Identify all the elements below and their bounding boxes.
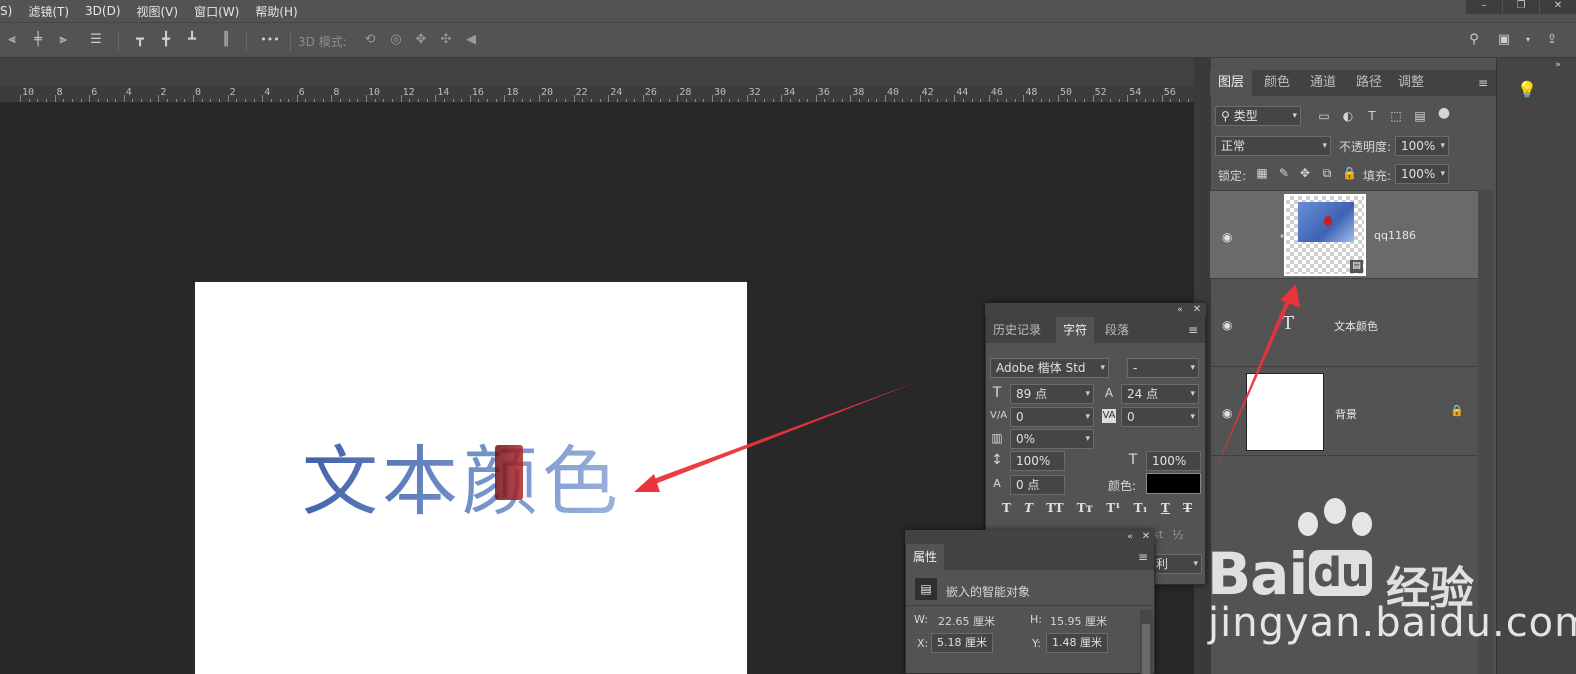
annotation-arrow-canvas	[634, 382, 917, 492]
watermark-brand: Bai du	[1207, 540, 1373, 608]
annotation-arrow-layer	[1212, 284, 1300, 478]
watermark-url: jingyan.baidu.com	[1208, 600, 1576, 646]
